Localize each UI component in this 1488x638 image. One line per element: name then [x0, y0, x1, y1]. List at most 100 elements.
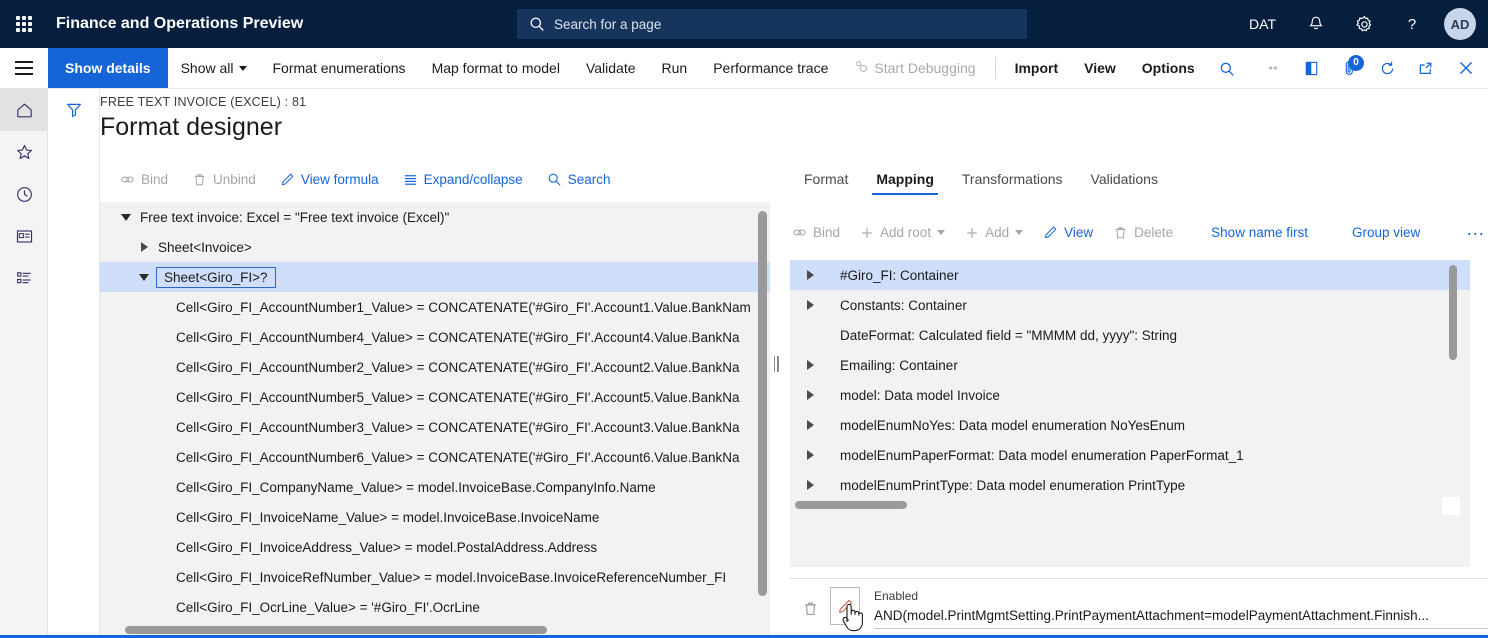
attachments-button[interactable]: 0	[1330, 48, 1368, 89]
options-button[interactable]: Options	[1129, 48, 1208, 88]
format-tree-vertical-scrollbar[interactable]	[758, 211, 767, 596]
user-avatar[interactable]: AD	[1444, 8, 1476, 40]
format-tree-row[interactable]: Cell<Giro_FI_InvoiceAddress_Value> = mod…	[100, 532, 770, 562]
import-button[interactable]: Import	[1002, 48, 1072, 88]
left-navigation-rail	[0, 89, 48, 638]
close-button[interactable]	[1444, 48, 1488, 89]
format-tree-row[interactable]: Cell<Giro_FI_OcrLine_Value> = '#Giro_FI'…	[100, 592, 770, 622]
format-tree-row[interactable]: Cell<Giro_FI_CompanyName_Value> = model.…	[100, 472, 770, 502]
mapping-show-name-first-button[interactable]: Show name first	[1211, 221, 1322, 244]
filter-button[interactable]	[48, 101, 100, 119]
format-tree-row[interactable]: Cell<Giro_FI_AccountNumber2_Value> = CON…	[100, 352, 770, 382]
tab-transformations[interactable]: Transformations	[948, 167, 1077, 195]
mapping-tree-row-label: model: Data model Invoice	[818, 388, 1000, 403]
mapping-group-view-button[interactable]: Group view	[1352, 221, 1434, 244]
mapping-tree-row[interactable]: Constants: Container	[790, 290, 1470, 320]
settings-button[interactable]	[1340, 0, 1388, 48]
format-expand-collapse-button[interactable]: Expand/collapse	[403, 168, 537, 191]
chevron-right-icon[interactable]	[136, 242, 152, 252]
clock-icon	[15, 185, 34, 204]
validate-button[interactable]: Validate	[573, 48, 649, 88]
app-launcher-button[interactable]	[0, 0, 48, 48]
navigation-menu-button[interactable]	[0, 48, 48, 88]
chevron-right-icon[interactable]	[802, 360, 818, 370]
page-title: Format designer	[100, 113, 306, 142]
performance-trace-button[interactable]: Performance trace	[700, 48, 841, 88]
rail-item-modules[interactable]	[0, 257, 48, 299]
mapping-view-button[interactable]: View	[1043, 221, 1107, 244]
rail-item-home[interactable]	[0, 89, 48, 131]
chevron-right-icon[interactable]	[802, 270, 818, 280]
refresh-button[interactable]	[1368, 48, 1406, 89]
format-search-button[interactable]: Search	[547, 168, 625, 191]
format-tree-row[interactable]: Sheet<Giro_FI>?	[100, 262, 770, 292]
tab-validations[interactable]: Validations	[1077, 167, 1172, 195]
tab-format[interactable]: Format	[790, 167, 862, 195]
format-tree-row[interactable]: Cell<Giro_FI_AccountNumber5_Value> = CON…	[100, 382, 770, 412]
mapping-tree-row[interactable]: DateFormat: Calculated field = "MMMM dd,…	[790, 320, 1470, 350]
chevron-right-icon[interactable]	[802, 480, 818, 490]
format-tree-horizontal-scrollbar[interactable]	[125, 626, 547, 634]
chevron-right-icon[interactable]	[802, 300, 818, 310]
chevron-right-icon[interactable]	[802, 390, 818, 400]
format-tree-row[interactable]: Cell<Giro_FI_AccountNumber1_Value> = CON…	[100, 292, 770, 322]
format-tree-row[interactable]: Sheet<Invoice>	[100, 232, 770, 262]
show-all-button[interactable]: Show all	[168, 48, 260, 88]
format-tree-panel[interactable]: Free text invoice: Excel = "Free text in…	[100, 202, 770, 638]
rail-item-workspaces[interactable]	[0, 215, 48, 257]
start-debugging-button: Start Debugging	[841, 48, 988, 88]
mapping-tree-row-label: modelEnumNoYes: Data model enumeration N…	[818, 418, 1185, 433]
format-tree-row[interactable]: Cell<Giro_FI_InvoiceRefNumber_Value> = m…	[100, 562, 770, 592]
property-field-label: Enabled	[874, 589, 1488, 603]
mapping-tree-row[interactable]: modelEnumNoYes: Data model enumeration N…	[790, 410, 1470, 440]
top-right-actions: DAT ? AD	[1233, 0, 1488, 48]
popout-button[interactable]	[1406, 48, 1444, 89]
chevron-down-icon[interactable]	[136, 274, 152, 281]
format-enumerations-button[interactable]: Format enumerations	[260, 48, 419, 88]
property-field-value[interactable]: AND(model.PrintMgmtSetting.PrintPaymentA…	[874, 608, 1488, 629]
rail-item-recent[interactable]	[0, 173, 48, 215]
chevron-right-icon[interactable]	[802, 420, 818, 430]
rail-item-favorites[interactable]	[0, 131, 48, 173]
chevron-right-icon[interactable]	[802, 450, 818, 460]
panel-splitter[interactable]	[771, 89, 781, 638]
format-tree-row-label: Cell<Giro_FI_OcrLine_Value> = '#Giro_FI'…	[170, 600, 480, 615]
mapping-tree-horizontal-scrollbar[interactable]	[795, 501, 907, 509]
office-button[interactable]	[1292, 48, 1330, 89]
format-tree-row-label: Sheet<Invoice>	[152, 240, 252, 255]
format-tree-row-label: Cell<Giro_FI_InvoiceAddress_Value> = mod…	[170, 540, 597, 555]
format-tree-row[interactable]: Cell<Giro_FI_AccountNumber6_Value> = CON…	[100, 442, 770, 472]
personalize-button[interactable]	[1254, 48, 1292, 89]
format-tree-row[interactable]: Cell<Giro_FI_AccountNumber4_Value> = CON…	[100, 322, 770, 352]
format-tree-row[interactable]: Cell<Giro_FI_AccountNumber3_Value> = CON…	[100, 412, 770, 442]
tab-mapping[interactable]: Mapping	[862, 167, 948, 195]
mapping-tree-row-label: modelEnumPaperFormat: Data model enumera…	[818, 448, 1244, 463]
mapping-overflow-button[interactable]: ···	[1466, 224, 1488, 242]
mapping-tree-row[interactable]: model: Data model Invoice	[790, 380, 1470, 410]
property-delete-button[interactable]	[790, 579, 830, 637]
mapping-tree-row[interactable]: modelEnumPrintType: Data model enumerati…	[790, 470, 1470, 500]
help-button[interactable]: ?	[1388, 0, 1436, 48]
view-button[interactable]: View	[1071, 48, 1129, 88]
format-tree-row[interactable]: Free text invoice: Excel = "Free text in…	[100, 202, 770, 232]
mapping-tree-row[interactable]: Emailing: Container	[790, 350, 1470, 380]
map-format-to-model-button[interactable]: Map format to model	[419, 48, 573, 88]
format-tree-row[interactable]: Cell<Giro_FI_InvoiceName_Value> = model.…	[100, 502, 770, 532]
mapping-tree-panel[interactable]: #Giro_FI: ContainerConstants: ContainerD…	[790, 260, 1470, 567]
property-field: Enabled AND(model.PrintMgmtSetting.Print…	[874, 589, 1488, 629]
page-search-button[interactable]	[1208, 48, 1246, 89]
notifications-button[interactable]	[1292, 0, 1340, 48]
show-details-button[interactable]: Show details	[48, 48, 168, 88]
home-icon	[15, 101, 34, 120]
chevron-down-icon[interactable]	[118, 214, 134, 221]
format-view-formula-button[interactable]: View formula	[280, 168, 393, 191]
mapping-show-name-first-label: Show name first	[1211, 225, 1308, 240]
mapping-tree-row[interactable]: #Giro_FI: Container	[790, 260, 1470, 290]
global-search-input[interactable]: Search for a page	[517, 9, 1027, 39]
property-edit-button[interactable]	[830, 587, 860, 625]
company-selector[interactable]: DAT	[1233, 0, 1292, 48]
run-button[interactable]: Run	[649, 48, 701, 88]
mapping-tree-vertical-scrollbar[interactable]	[1449, 265, 1457, 360]
format-tree-row-label: Cell<Giro_FI_AccountNumber5_Value> = CON…	[170, 390, 740, 405]
mapping-tree-row[interactable]: modelEnumPaperFormat: Data model enumera…	[790, 440, 1470, 470]
